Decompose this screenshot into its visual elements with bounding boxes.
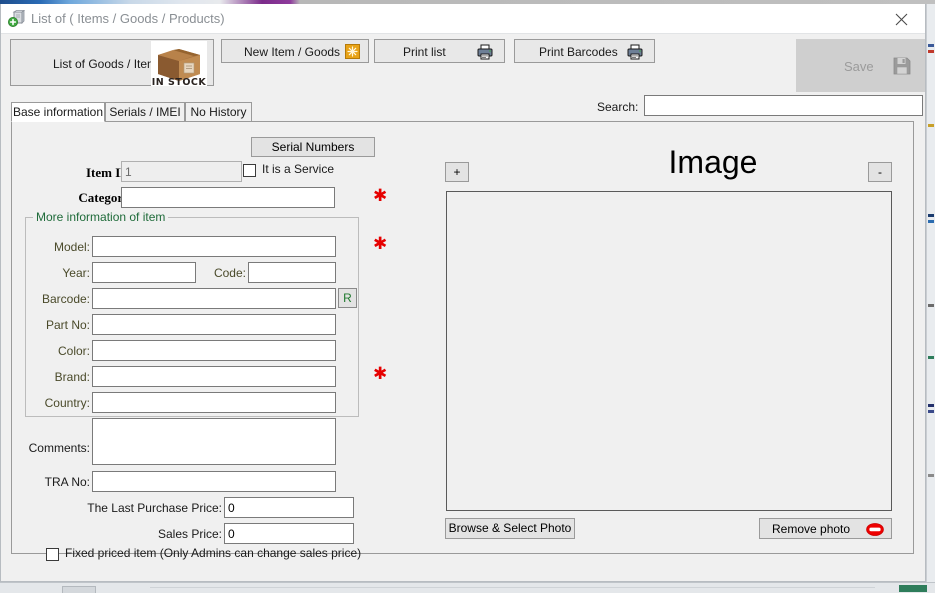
comments-label: Comments: [28,441,90,455]
floppy-disk-icon [892,56,912,76]
brand-label: Brand: [54,370,90,384]
tab-serials-imei[interactable]: Serials / IMEI [105,102,185,122]
list-of-goods-button[interactable]: List of Goods / Items IN STOCK [10,39,214,88]
save-label: Save [844,59,874,74]
barcode-label: Barcode: [41,292,90,306]
item-id-field[interactable] [121,161,242,182]
model-field[interactable] [92,236,336,257]
tra-no-label: TRA No: [44,475,90,489]
sales-price-field[interactable] [224,523,354,544]
serial-numbers-label: Serial Numbers [271,140,355,154]
serial-numbers-button[interactable]: Serial Numbers [251,137,375,157]
remove-photo-button[interactable]: Remove photo [759,518,892,539]
tra-no-field[interactable] [92,471,336,492]
year-field[interactable] [92,262,196,283]
remove-image-label: - [878,165,882,179]
part-no-label: Part No: [45,318,90,332]
sales-price-label: Sales Price: [157,527,222,541]
category-required-marker: ✱ [373,186,388,206]
country-field[interactable] [92,392,336,413]
model-required-marker: ✱ [373,234,388,254]
year-label: Year: [62,266,90,280]
application-window: List of ( Items / Goods / Products) List… [0,4,926,582]
checkbox-box [243,164,256,177]
barcode-generate-button[interactable]: R [338,288,357,308]
image-panel-title: Image [668,144,758,180]
new-item-label: New Item / Goods [244,45,341,59]
list-of-goods-label: List of Goods / Items [53,57,164,71]
browse-select-photo-label: Browse & Select Photo [448,521,572,535]
add-document-icon [8,9,26,28]
no-entry-icon [866,523,884,536]
is-service-label: It is a Service [262,162,335,176]
country-label: Country: [44,396,90,410]
remove-photo-label: Remove photo [772,522,851,536]
search-label: Search: [597,100,639,114]
toolbar: List of Goods / Items IN STOCK New Item … [1,34,925,92]
checkbox-box [46,548,59,561]
brand-required-marker: ✱ [373,364,388,384]
taskbar-divider [150,587,875,588]
add-image-button[interactable]: + [445,162,469,182]
color-label: Color: [57,344,90,358]
barcode-generate-label: R [343,291,352,305]
window-title: List of ( Items / Goods / Products) [31,11,225,26]
save-button[interactable]: Save [796,39,925,92]
background-window-strip-top [0,0,935,4]
screen: List of ( Items / Goods / Products) List… [0,0,935,593]
add-image-label: + [453,165,461,179]
base-information-panel: Serial Numbers Item ID: It is a Service … [11,121,914,561]
print-barcodes-button[interactable]: Print Barcodes [514,39,655,63]
tab-label: Base information [12,105,104,119]
taskbar-button[interactable] [62,586,96,593]
category-label: Category: [78,190,134,205]
in-stock-text: IN STOCK [152,77,207,86]
category-field[interactable] [121,187,335,208]
last-purchase-price-field[interactable] [224,497,354,518]
printer-icon [626,43,644,61]
brand-field[interactable] [92,366,336,387]
close-button[interactable] [879,4,925,33]
taskbar-tray[interactable] [899,585,927,592]
tab-base-information[interactable]: Base information [11,102,105,122]
title-bar: List of ( Items / Goods / Products) [1,4,925,34]
remove-image-button[interactable]: - [868,162,892,182]
tab-label: Serials / IMEI [109,105,181,119]
browse-select-photo-button[interactable]: Browse & Select Photo [445,518,575,539]
print-barcodes-label: Print Barcodes [539,45,618,59]
tab-no-history[interactable]: No History [185,102,252,122]
printer-icon [476,43,494,61]
model-label: Model: [53,240,90,254]
color-field[interactable] [92,340,336,361]
new-item-button[interactable]: New Item / Goods [221,39,369,63]
image-preview-area[interactable] [446,191,892,511]
new-item-starburst-icon [345,44,360,59]
barcode-field[interactable] [92,288,336,309]
background-window-strip-right [926,4,935,582]
comments-field[interactable] [92,418,336,465]
close-icon [895,13,908,26]
print-list-button[interactable]: Print list [374,39,505,63]
tab-label: No History [190,105,247,119]
last-purchase-price-label: The Last Purchase Price: [87,501,222,515]
fixed-price-label: Fixed priced item (Only Admins can chang… [65,546,362,560]
more-information-title: More information of item [33,210,169,224]
code-label: Code: [213,266,246,280]
code-field[interactable] [248,262,336,283]
search-input[interactable] [644,95,923,116]
print-list-label: Print list [403,45,446,59]
taskbar[interactable] [0,582,935,593]
in-stock-box-icon: IN STOCK [151,41,207,88]
part-no-field[interactable] [92,314,336,335]
